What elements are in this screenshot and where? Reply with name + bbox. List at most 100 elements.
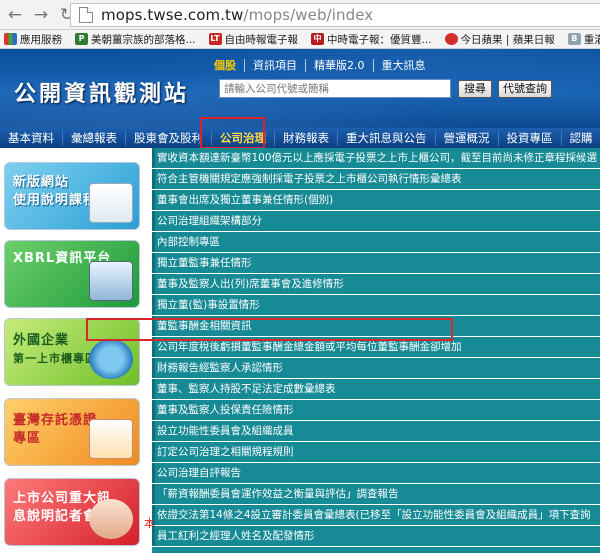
- list-item-label: 公司治理組織架構部分: [157, 215, 262, 227]
- list-item[interactable]: 內部控制專區: [152, 232, 600, 253]
- list-item-label: 符合主管機關規定應強制採電子投票之上市櫃公司執行情形彙總表: [157, 173, 462, 185]
- card-line-2: 專區: [13, 431, 42, 446]
- menu-shareholders-dividends[interactable]: 股東會及股利: [126, 130, 212, 146]
- menu-operations[interactable]: 營運概況: [436, 130, 499, 146]
- list-item-label: 董事、監察人持股不足法定成數彙總表: [157, 383, 336, 395]
- bookmarks-bar: 應用服務 P 美朝薑宗族的部落格... LT 自由時報電子報 中中時電子報：優質豐.…: [0, 30, 600, 49]
- main-menu: 基本資料 彙總報表 股東會及股利 公司治理 財務報表 重大訊息與公告 營運概況 …: [0, 128, 600, 148]
- bookmark-label: 今日蘋果 | 蘋果日報: [460, 33, 555, 46]
- certificate-icon: [89, 419, 133, 459]
- list-item-label: 董監事酬金相關資訊: [157, 320, 252, 332]
- globe-icon: [89, 339, 133, 379]
- menu-summary-reports[interactable]: 彙總報表: [63, 130, 126, 146]
- card-line-2: 息說明記者會: [13, 509, 98, 524]
- card-line-1: 新版網站: [13, 175, 70, 190]
- list-item[interactable]: 員工紅利之經理人姓名及配發情形: [152, 526, 600, 547]
- list-item[interactable]: 訂定公司治理之相關規程規則: [152, 442, 600, 463]
- sidebar-card-new-site-guide[interactable]: 新版網站 使用說明課程: [4, 162, 140, 230]
- sidebar-card-press-conference[interactable]: 上市公司重大訊 息說明記者會: [4, 478, 140, 546]
- list-item-label: 公司治理自評報告: [157, 467, 241, 479]
- browser-toolbar: ← → ↻ mops.twse.com.tw/mops/web/index: [0, 0, 600, 30]
- row-marker: [152, 421, 155, 441]
- list-item-label: 內部控制專區: [157, 236, 220, 248]
- back-arrow-icon[interactable]: ←: [4, 4, 26, 26]
- menu-corporate-governance[interactable]: 公司治理: [212, 130, 275, 146]
- card-line-2: 使用說明課程: [13, 193, 98, 208]
- annotation-text: 本: [144, 517, 155, 530]
- row-marker: [152, 316, 155, 336]
- list-item[interactable]: 董事、監察人持股不足法定成數彙總表: [152, 379, 600, 400]
- search-button[interactable]: 搜尋: [458, 80, 492, 98]
- card-line-2: 第一上市櫃專區: [13, 352, 97, 365]
- list-item[interactable]: 獨立董監事兼任情形: [152, 253, 600, 274]
- list-item-label: 財務報告經監察人承認情形: [157, 362, 283, 374]
- apps-grid-icon: [4, 33, 17, 45]
- list-item-label: 實收資本額達新臺幣100億元以上應採電子投票之上市上櫃公司，截至目前尚未修正章程…: [157, 152, 598, 164]
- list-item[interactable]: 「薪資報酬委員會運作效益之衡量與評估」調查報告: [152, 484, 600, 505]
- menu-warrants[interactable]: 認購（售）權: [562, 130, 600, 146]
- list-item[interactable]: 董事及監察人出(列)席董事會及進修情形: [152, 274, 600, 295]
- toplink-major-news[interactable]: 重大訊息: [374, 59, 434, 72]
- bookmark-briian[interactable]: B重灌狂人 | 地: [564, 32, 600, 47]
- blog-icon: P: [75, 33, 88, 45]
- list-item-label: 董事及監察人出(列)席董事會及進修情形: [157, 278, 344, 290]
- list-item[interactable]: 公司治理組織架構部分: [152, 211, 600, 232]
- list-item[interactable]: 財務報告經監察人承認情形: [152, 358, 600, 379]
- bookmark-appledaily[interactable]: 今日蘋果 | 蘋果日報: [441, 32, 555, 47]
- list-item-label: 公司年度稅後虧損董監事酬金總金額或平均每位董監事酬金卻增加: [157, 341, 462, 353]
- card-line-1: 臺灣存託憑證: [13, 413, 98, 428]
- menu-financial-statements[interactable]: 財務報表: [275, 130, 338, 146]
- row-marker: [152, 484, 155, 504]
- row-marker: [152, 211, 155, 231]
- ltn-icon: LT: [208, 33, 222, 45]
- bookmark-ltn[interactable]: LT 自由時報電子報: [205, 32, 299, 47]
- list-item[interactable]: 依證交法第14條之4設立審計委員會彙總表(已移至「設立功能性委員會及組織成員」項…: [152, 505, 600, 526]
- chinatimes-icon: 中: [311, 33, 325, 45]
- row-marker: [152, 358, 155, 378]
- list-item-director-remuneration[interactable]: 董監事酬金相關資訊: [152, 316, 600, 337]
- toplink-essential[interactable]: 精華版2.0: [306, 59, 374, 72]
- row-marker: [152, 463, 155, 483]
- forward-arrow-icon[interactable]: →: [30, 4, 52, 26]
- company-search-input[interactable]: [219, 79, 451, 98]
- menu-investment[interactable]: 投資專區: [499, 130, 562, 146]
- toplink-stock[interactable]: 個股: [206, 59, 245, 72]
- code-lookup-button[interactable]: 代號查詢: [498, 80, 552, 98]
- row-marker: [152, 253, 155, 273]
- row-marker: [152, 169, 155, 189]
- bookmark-label: 應用服務: [20, 33, 62, 46]
- bookmark-blog[interactable]: P 美朝薑宗族的部落格...: [71, 32, 196, 47]
- list-item-label: 董事及監察人投保責任險情形: [157, 404, 294, 416]
- bookmark-apps[interactable]: 應用服務: [0, 32, 62, 47]
- list-item[interactable]: 公司治理自評報告: [152, 463, 600, 484]
- list-item[interactable]: 董事會出席及獨立董事兼任情形(個別): [152, 190, 600, 211]
- address-bar[interactable]: mops.twse.com.tw/mops/web/index: [70, 3, 600, 27]
- bookmark-label: 自由時報電子報: [224, 33, 299, 46]
- menu-major-news[interactable]: 重大訊息與公告: [338, 130, 436, 146]
- apple-icon: [444, 33, 458, 45]
- list-item[interactable]: 公司年度稅後虧損董監事酬金總金額或平均每位董監事酬金卻增加: [152, 337, 600, 358]
- row-marker: [152, 400, 155, 420]
- document-icon: [89, 183, 133, 223]
- toplink-info-items[interactable]: 資訊項目: [245, 59, 306, 72]
- list-item[interactable]: 符合主管機關規定應強制採電子投票之上市櫃公司執行情形彙總表: [152, 169, 600, 190]
- bookmark-label: 美朝薑宗族的部落格...: [91, 33, 196, 46]
- menu-basic-info[interactable]: 基本資料: [0, 130, 63, 146]
- list-item[interactable]: 獨立董(監)事設置情形: [152, 295, 600, 316]
- site-title[interactable]: 公開資訊觀測站: [14, 76, 189, 108]
- row-marker: [152, 190, 155, 210]
- sidebar-card-tdr[interactable]: 臺灣存託憑證 專區: [4, 398, 140, 466]
- list-item-label: 設立功能性委員會及組織成員: [157, 425, 294, 437]
- list-item[interactable]: 設立功能性委員會及組織成員: [152, 421, 600, 442]
- sidebar-card-foreign-companies[interactable]: 外國企業 第一上市櫃專區: [4, 318, 140, 386]
- bookmark-label: 重灌狂人 | 地: [583, 33, 600, 46]
- list-item[interactable]: 董事及監察人投保責任險情形: [152, 400, 600, 421]
- list-item-label: 獨立董(監)事設置情形: [157, 299, 260, 311]
- row-marker: [152, 379, 155, 399]
- url-text: mops.twse.com.tw/mops/web/index: [101, 6, 373, 24]
- row-marker: [152, 337, 155, 357]
- list-item-label: 獨立董監事兼任情形: [157, 257, 252, 269]
- bookmark-chinatimes[interactable]: 中中時電子報：優質豐...: [307, 32, 432, 47]
- sidebar-card-xbrl[interactable]: XBRL資訊平台: [4, 240, 140, 308]
- list-item[interactable]: 實收資本額達新臺幣100億元以上應採電子投票之上市上櫃公司，截至目前尚未修正章程…: [152, 148, 600, 169]
